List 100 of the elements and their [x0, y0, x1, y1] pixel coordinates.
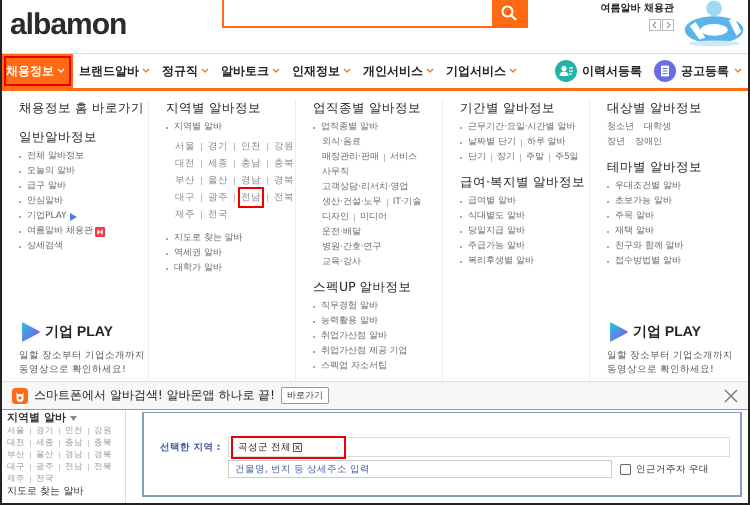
menu-link[interactable]: 미디어	[360, 210, 387, 225]
menu-link[interactable]: 취업가산점 제공 기업	[321, 344, 408, 359]
region-link[interactable]: 전남	[240, 189, 262, 206]
menu-link[interactable]: 장년	[607, 135, 625, 150]
menu-link[interactable]: IT·기술	[392, 195, 422, 210]
search-field[interactable]	[222, 0, 528, 28]
menu-link[interactable]: 교육·강사	[322, 255, 361, 270]
go-button[interactable]: 바로가기	[280, 387, 329, 404]
section-title[interactable]: 지역별 알바정보	[166, 100, 295, 116]
menu-link[interactable]: 외식·음료	[322, 135, 361, 150]
section-title[interactable]: 스펙UP 알바정보	[313, 279, 442, 295]
menu-link[interactable]: 우대조건별 알바	[615, 179, 681, 194]
menu-link[interactable]: 장기	[497, 150, 515, 165]
section-title[interactable]: 채용정보 홈 바로가기	[19, 100, 148, 116]
menu-link[interactable]: 생산·건설·노무	[322, 195, 382, 210]
menu-link[interactable]: 사무직	[322, 165, 349, 180]
nav-tab[interactable]: 알바토크	[215, 54, 286, 88]
search-button[interactable]	[492, 0, 526, 26]
menu-link[interactable]: 오늘의 알바	[27, 164, 75, 179]
menu-link[interactable]: 청소년	[607, 120, 634, 135]
menu-link[interactable]: 하루 알바	[526, 135, 566, 150]
albamon-logo[interactable]: albamon	[10, 8, 126, 42]
address-input[interactable]: 건물명, 번지 등 상세주소 입력	[228, 460, 612, 478]
sidebar-link[interactable]: 지도로 찾는 알바	[7, 485, 125, 498]
promo-title[interactable]: 여름알바 채용관	[600, 2, 674, 15]
menu-link[interactable]: 근무기간·요일·시간별 알바	[468, 120, 576, 135]
menu-link[interactable]: 업직종별 알바	[321, 120, 378, 135]
menu-link[interactable]: 안심알바	[27, 194, 63, 209]
menu-link[interactable]: 역세권 알바	[174, 246, 222, 261]
region-link[interactable]: 대전	[174, 155, 196, 172]
menu-link[interactable]: 날짜별 단기	[468, 135, 516, 150]
checkbox[interactable]	[620, 464, 631, 474]
menu-link[interactable]: 능력활용 알바	[321, 314, 378, 329]
menu-link[interactable]: 당일지급 알바	[468, 224, 525, 239]
menu-link[interactable]: 지역별 알바	[174, 120, 222, 135]
menu-link[interactable]: 복리후생별 알바	[468, 254, 534, 269]
region-field[interactable]: 곡성군 전체	[228, 437, 730, 457]
menu-link[interactable]: 대학생	[644, 120, 671, 135]
region-tag[interactable]: 곡성군 전체	[235, 440, 342, 454]
menu-link[interactable]: 주5일	[555, 150, 579, 165]
menu-link[interactable]: 주목 알바	[615, 209, 654, 224]
region-link[interactable]: 울산	[207, 172, 229, 189]
section-title[interactable]: 일반알바정보	[19, 129, 148, 145]
menu-link[interactable]: 식대별도 알바	[468, 209, 525, 224]
next-icon[interactable]	[662, 19, 674, 31]
menu-link[interactable]: 주급가능 알바	[468, 239, 525, 254]
region-link[interactable]: 대구	[174, 189, 196, 206]
region-link[interactable]: 제주	[174, 206, 196, 223]
region-link[interactable]: 인천	[240, 138, 262, 155]
menu-link[interactable]: 단기	[468, 150, 486, 165]
region-link[interactable]: 부산	[174, 172, 196, 189]
menu-link[interactable]: 여름알바 채용관	[27, 224, 93, 239]
section-title[interactable]: 업직종별 알바정보	[313, 100, 442, 116]
prev-icon[interactable]	[648, 19, 661, 31]
nav-action-button[interactable]: 공고등록	[648, 60, 748, 82]
menu-link[interactable]: 재택 알바	[615, 224, 654, 239]
region-link[interactable]: 충남	[240, 155, 262, 172]
promo-logo-text[interactable]: 기업 PLAY	[45, 323, 113, 341]
nav-tab[interactable]: 정규직	[156, 54, 215, 88]
menu-link[interactable]: 서비스	[390, 150, 417, 165]
menu-link[interactable]: 상세검색	[27, 239, 63, 254]
region-link[interactable]: 전북	[273, 189, 295, 206]
region-link[interactable]: 강원	[273, 138, 295, 155]
menu-link[interactable]: 매장관리·판매	[322, 150, 379, 165]
region-link[interactable]: 인천	[65, 425, 83, 437]
menu-link[interactable]: 대학가 알바	[174, 261, 222, 276]
menu-link[interactable]: 스펙업 자소서팁	[321, 359, 387, 374]
menu-link[interactable]: 전체 알바정보	[27, 149, 84, 164]
section-title[interactable]: 급여·복지별 알바정보	[460, 174, 589, 190]
menu-link[interactable]: 초보가능 알바	[615, 194, 672, 209]
menu-link[interactable]: 주말	[526, 150, 544, 165]
remove-icon[interactable]	[293, 442, 302, 452]
nav-tab[interactable]: 기업서비스	[440, 54, 523, 88]
menu-link[interactable]: 직무경험 알바	[321, 299, 378, 314]
sidebar-title[interactable]: 지역별 알바	[7, 411, 125, 425]
region-link[interactable]: 서울	[174, 138, 196, 155]
nav-tab[interactable]: 인재정보	[286, 54, 357, 88]
menu-link[interactable]: 고객상담·리서치·영업	[322, 180, 409, 195]
menu-link[interactable]: 친구와 함께 알바	[615, 239, 684, 254]
menu-link[interactable]: 기업PLAY	[27, 209, 67, 224]
checkbox-label[interactable]: 인근거주자 우대	[636, 462, 710, 476]
nav-tab[interactable]: 브랜드알바	[73, 54, 156, 88]
section-title[interactable]: 대상별 알바정보	[607, 100, 737, 116]
region-link[interactable]: 경북	[273, 172, 295, 189]
region-link[interactable]: 전국	[207, 206, 229, 223]
menu-link[interactable]: 취업가산점 알바	[321, 329, 387, 344]
nav-action-button[interactable]: 이력서등록	[549, 60, 648, 82]
menu-link[interactable]: 병원·간호·연구	[322, 240, 382, 255]
menu-link[interactable]: 접수방법별 알바	[615, 254, 681, 269]
menu-link[interactable]: 운전·배달	[322, 225, 361, 240]
menu-link[interactable]: 급구 알바	[27, 179, 66, 194]
region-link[interactable]: 강원	[94, 425, 112, 437]
region-link[interactable]: 세종	[207, 155, 229, 172]
region-link[interactable]: 충북	[273, 155, 295, 172]
nav-tab[interactable]: 개인서비스	[357, 54, 440, 88]
menu-link[interactable]: 지도로 찾는 알바	[174, 231, 243, 246]
promo-logo-text[interactable]: 기업 PLAY	[633, 323, 701, 341]
menu-link[interactable]: 급여별 알바	[468, 194, 516, 209]
region-link[interactable]: 대전	[7, 437, 25, 449]
region-link[interactable]: 광주	[207, 189, 229, 206]
